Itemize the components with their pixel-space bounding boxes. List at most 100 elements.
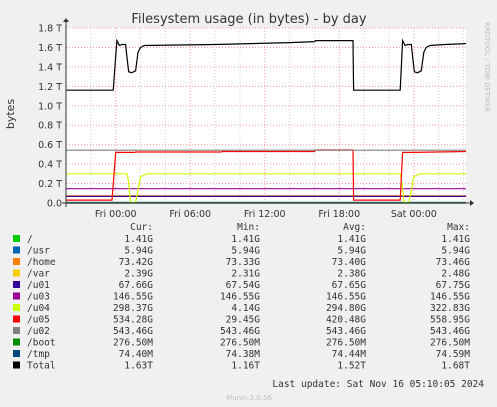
- legend-min: 67.54G: [226, 280, 261, 291]
- x-tick-label: Fri 18:00: [318, 209, 360, 220]
- munin-version-footer: Munin 2.0.56: [226, 394, 272, 402]
- legend-max: 74.59M: [436, 349, 471, 360]
- legend-name: Total: [27, 361, 56, 372]
- legend-swatch: [13, 350, 20, 357]
- legend-max: 73.46G: [436, 257, 471, 268]
- legend-swatch: [13, 281, 20, 288]
- legend-row: /u01 67.66G 67.54G 67.65G 67.75G: [13, 280, 470, 291]
- y-tick-label: 1.2 T: [38, 82, 62, 93]
- legend-swatch: [13, 258, 20, 265]
- legend-name: /u03: [27, 292, 50, 303]
- col-cur-header: Cur:: [130, 222, 153, 233]
- legend-row: /usr 5.94G 5.94G 5.94G 5.94G: [13, 246, 470, 257]
- legend-cur: 1.41G: [124, 234, 153, 245]
- x-tick-label: Sat 00:00: [391, 209, 437, 220]
- legend-max: 322.83G: [430, 303, 470, 314]
- legend-swatch: [13, 292, 20, 300]
- x-tick-label: Fri 00:00: [95, 209, 137, 220]
- legend-avg: 74.44M: [332, 349, 367, 360]
- legend-min: 146.55G: [220, 292, 260, 303]
- legend-row: Total 1.63T 1.16T 1.52T 1.68T: [13, 361, 470, 372]
- legend-cur: 74.40M: [119, 349, 154, 360]
- legend-max: 2.48G: [441, 269, 470, 280]
- legend-name: /u02: [27, 326, 50, 337]
- legend-row: /var 2.39G 2.31G 2.38G 2.48G: [13, 269, 470, 280]
- legend-name: /tmp: [27, 349, 50, 360]
- legend-cur: 298.37G: [113, 303, 153, 314]
- x-axis-arrow: [470, 200, 474, 206]
- legend-min: 2.31G: [231, 269, 260, 280]
- legend-avg: 5.94G: [337, 246, 366, 257]
- legend-avg: 276.50M: [326, 338, 366, 349]
- legend-min: 5.94G: [231, 246, 260, 257]
- legend-max: 276.50M: [430, 338, 470, 349]
- legend-name: /u04: [27, 303, 50, 314]
- plot-area: [66, 28, 466, 203]
- legend-max: 558.95G: [430, 315, 470, 326]
- legend-avg: 420.48G: [326, 315, 366, 326]
- legend-cur: 276.50M: [113, 338, 153, 349]
- legend-max: 1.68T: [441, 361, 470, 372]
- y-tick-labels: 0.0 0.2 T 0.4 T 0.6 T 0.8 T 1.0 T 1.2 T 1.4 T 1.…: [38, 24, 62, 210]
- legend-name: /usr: [27, 246, 50, 257]
- legend-row: /tmp 74.40M 74.38M 74.44M 74.59M: [13, 349, 470, 360]
- legend-name: /home: [27, 257, 56, 268]
- y-axis-arrow: [63, 18, 69, 22]
- legend-cur: 146.55G: [113, 292, 153, 303]
- legend-swatch: [13, 315, 20, 323]
- y-tick-label: 1.4 T: [38, 62, 62, 73]
- legend-avg: 2.38G: [337, 269, 366, 280]
- legend-cur: 534.28G: [113, 315, 153, 326]
- legend-cur: 2.39G: [124, 269, 153, 280]
- col-max-header: Max:: [447, 222, 470, 233]
- x-tick-labels: Fri 00:00 Fri 06:00 Fri 12:00 Fri 18:00 Sat …: [95, 209, 437, 220]
- legend-min: 1.41G: [231, 234, 260, 245]
- x-tick-label: Fri 12:00: [244, 209, 286, 220]
- legend-min: 1.16T: [231, 361, 260, 372]
- legend-avg: 67.65G: [332, 280, 367, 291]
- y-tick-label: 1.6 T: [38, 43, 62, 54]
- x-tick-label: Fri 06:00: [169, 209, 211, 220]
- legend-max: 1.41G: [441, 234, 470, 245]
- legend-row: /home 73.42G 73.33G 73.40G 73.46G: [13, 257, 470, 268]
- legend-min: 276.50M: [220, 338, 260, 349]
- filesystem-usage-chart: Filesystem usage (in bytes) - by day RRD…: [4, 12, 491, 402]
- legend-name: /u05: [27, 315, 50, 326]
- legend-row: /boot 276.50M 276.50M 276.50M 276.50M: [13, 338, 470, 349]
- legend-cur: 5.94G: [124, 246, 153, 257]
- legend-avg: 1.41G: [337, 234, 366, 245]
- chart-title: Filesystem usage (in bytes) - by day: [131, 12, 366, 27]
- y-tick-label: 1.0 T: [38, 101, 62, 112]
- legend-name: /: [27, 234, 33, 245]
- y-tick-label: 0.2 T: [38, 179, 62, 190]
- legend-swatch: [13, 246, 20, 254]
- legend-name: /var: [27, 269, 50, 280]
- last-update: Last update: Sat Nov 16 05:10:05 2024: [272, 379, 484, 390]
- legend-swatch: [13, 304, 20, 311]
- legend-row: / 1.41G 1.41G 1.41G 1.41G: [13, 234, 470, 245]
- legend-cur: 67.66G: [119, 280, 154, 291]
- legend-swatch: [13, 327, 20, 334]
- legend-avg: 543.46G: [326, 326, 366, 337]
- legend-cur: 73.42G: [119, 257, 154, 268]
- legend-max: 543.46G: [430, 326, 470, 337]
- legend-min: 73.33G: [226, 257, 261, 268]
- legend-max: 146.55G: [430, 292, 470, 303]
- legend-min: 74.38M: [226, 349, 261, 360]
- legend-table: / 1.41G 1.41G 1.41G 1.41G/usr 5.94G 5.94G 5.94G…: [13, 234, 470, 372]
- legend-min: 543.46G: [220, 326, 260, 337]
- legend-avg: 73.40G: [332, 257, 367, 268]
- legend-max: 67.75G: [436, 280, 471, 291]
- y-tick-label: 1.8 T: [38, 24, 62, 35]
- legend-avg: 1.52T: [337, 361, 366, 372]
- legend-cur: 1.63T: [124, 361, 153, 372]
- legend-row: /u03 146.55G 146.55G 146.55G 146.55G: [13, 292, 470, 303]
- legend-header: Cur: Min: Avg: Max:: [130, 222, 470, 233]
- legend-name: /boot: [27, 338, 56, 349]
- col-avg-header: Avg:: [343, 222, 366, 233]
- legend-row: /u02 543.46G 543.46G 543.46G 543.46G: [13, 326, 470, 337]
- legend-swatch: [13, 269, 20, 277]
- y-axis-label: bytes: [4, 99, 17, 130]
- legend-min: 29.45G: [226, 315, 261, 326]
- col-min-header: Min:: [237, 222, 260, 233]
